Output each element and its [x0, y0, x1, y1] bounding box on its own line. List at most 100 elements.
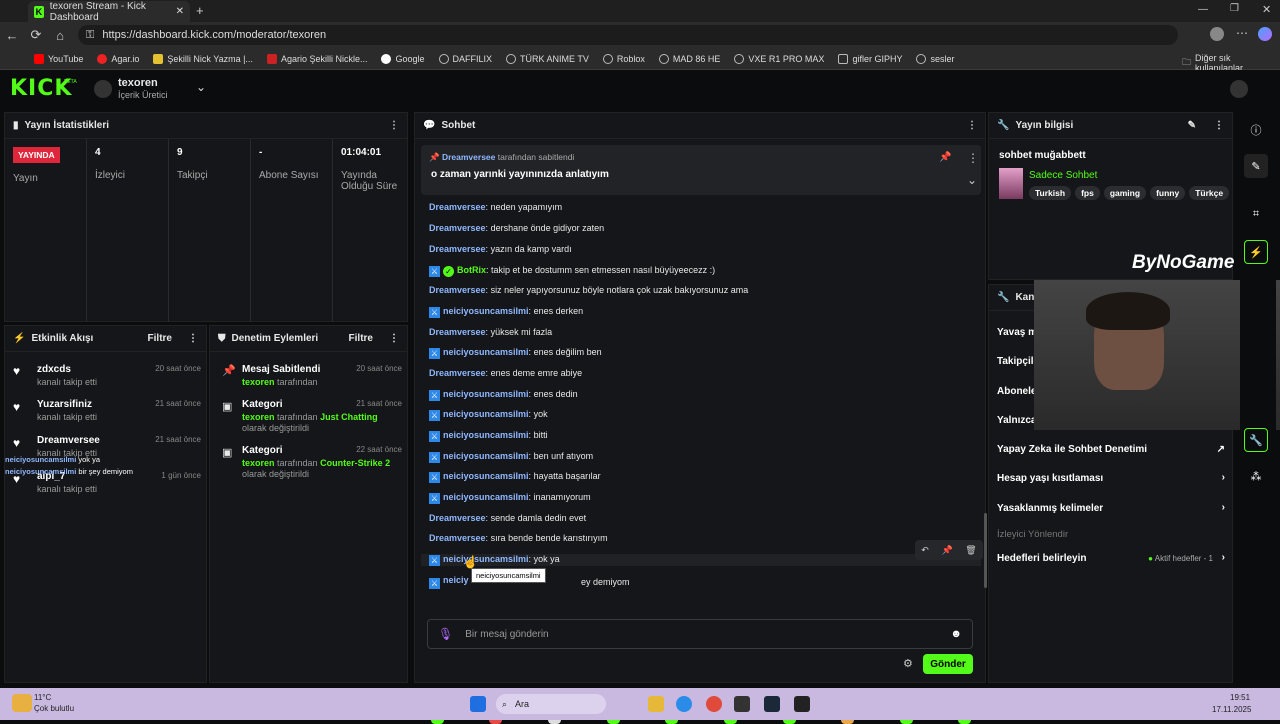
- chat-username[interactable]: neiciyosuncamsilmi: [443, 451, 529, 461]
- chat-username[interactable]: Dreamversee: [429, 285, 486, 295]
- file-explorer-icon[interactable]: [648, 696, 664, 712]
- wrench-icon: 🔧: [997, 120, 1010, 131]
- delete-icon[interactable]: 🗑: [965, 545, 976, 556]
- chat-username[interactable]: neiciyosuncamsilmi: [443, 554, 529, 564]
- back-icon[interactable]: ←: [0, 28, 24, 43]
- close-tab-icon[interactable]: ✕: [176, 6, 184, 17]
- send-button[interactable]: Gönder: [923, 654, 973, 674]
- address-bar[interactable]: ⚿ https://dashboard.kick.com/moderator/t…: [78, 25, 1178, 45]
- chrome-icon[interactable]: [706, 696, 722, 712]
- chevron-down-icon[interactable]: ⌄: [967, 173, 977, 187]
- bookmark-nick[interactable]: Şekilli Nick Yazma |...: [153, 53, 253, 64]
- chat-username[interactable]: Dreamversee: [429, 513, 486, 523]
- bookmark-agario-nick[interactable]: Agario Şekilli Nickle...: [266, 53, 367, 64]
- bookmark-roblox[interactable]: Roblox: [602, 53, 645, 64]
- ai-moderation-item[interactable]: Yapay Zeka ile Sohbet Denetimi ↗: [997, 444, 1225, 455]
- activity-item: Yuzarsifiniz kanalı takip etti 21 saat ö…: [37, 399, 201, 422]
- apps-icon[interactable]: ⁂: [1244, 464, 1268, 488]
- moderator-badge-icon: ⚔: [429, 266, 440, 277]
- edge-icon[interactable]: [676, 696, 692, 712]
- steam-icon[interactable]: [764, 696, 780, 712]
- chat-username[interactable]: Dreamversee: [429, 368, 486, 378]
- more-options-icon[interactable]: ⋮: [188, 333, 198, 344]
- chat-input[interactable]: 🎙 Bir mesaj gönderin ☻: [427, 619, 973, 649]
- screen-capture-icon[interactable]: ⌗: [1244, 202, 1268, 226]
- bookmark-youtube[interactable]: YouTube: [34, 53, 83, 64]
- settings-gear-icon[interactable]: ⚙: [903, 657, 913, 670]
- chat-username[interactable]: neiciyosuncamsilmi: [443, 389, 529, 399]
- wrench-icon: 🔧: [997, 292, 1010, 303]
- edit-icon[interactable]: ✎: [1244, 154, 1268, 178]
- chat-username[interactable]: Dreamversee: [429, 327, 486, 337]
- chat-username[interactable]: neiciyosuncamsilmi: [443, 471, 529, 481]
- new-tab-icon[interactable]: +: [196, 3, 204, 18]
- filter-button[interactable]: Filtre: [148, 333, 172, 344]
- banned-words-item[interactable]: Yasaklanmış kelimeler ›: [997, 502, 1225, 514]
- bookmark-vxe[interactable]: VXE R1 PRO MAX: [734, 53, 824, 64]
- chat-panel: 💬 Sohbet ⋮ 📌 Dreamversee tarafından sabi…: [414, 112, 987, 724]
- chat-username[interactable]: BotRix: [457, 265, 486, 275]
- moderator-badge-icon: ⚔: [429, 390, 440, 401]
- reply-icon[interactable]: ↶: [921, 545, 929, 556]
- menu-icon[interactable]: ⋯: [1236, 26, 1248, 40]
- filter-button[interactable]: Filtre: [349, 333, 373, 344]
- browser-tab[interactable]: K texoren Stream - Kick Dashboard ✕: [28, 1, 190, 23]
- category-icon: ▣: [222, 401, 233, 413]
- emoji-icon[interactable]: ☻: [950, 628, 962, 640]
- microphone-icon[interactable]: 🎙: [438, 627, 453, 641]
- chat-username[interactable]: neiciyosuncamsilmi: [443, 306, 529, 316]
- more-options-icon[interactable]: ⋮: [389, 120, 399, 131]
- address-row: ← ⟳ ⌂ ⚿ https://dashboard.kick.com/moder…: [0, 22, 1280, 48]
- epic-games-icon[interactable]: [794, 696, 810, 712]
- chat-username[interactable]: Dreamversee: [429, 533, 486, 543]
- chat-username[interactable]: Dreamversee: [429, 202, 486, 212]
- edit-pencil-icon[interactable]: ✎: [1188, 120, 1196, 131]
- stats-icon: ▮: [13, 120, 19, 131]
- minimize-icon[interactable]: —: [1198, 4, 1208, 15]
- bookmark-giphy[interactable]: gifler GIPHY: [838, 53, 902, 64]
- maximize-icon[interactable]: ❐: [1230, 3, 1239, 14]
- unpin-icon[interactable]: 📌: [939, 152, 951, 163]
- home-icon[interactable]: ⌂: [48, 28, 72, 43]
- more-options-icon[interactable]: ⋮: [1214, 120, 1224, 131]
- windows-start-icon[interactable]: [470, 696, 486, 712]
- chat-scrollbar[interactable]: [984, 513, 987, 588]
- external-link-icon: ↗: [1216, 444, 1225, 455]
- stat-value: -: [259, 147, 263, 158]
- pin-icon[interactable]: 📌: [941, 545, 952, 556]
- chat-username[interactable]: neiciyosuncamsilmi: [443, 492, 529, 502]
- profile-icon[interactable]: [1210, 27, 1224, 41]
- user-avatar[interactable]: [1230, 80, 1248, 98]
- wrench-icon[interactable]: 🔧: [1244, 428, 1268, 452]
- chat-username[interactable]: neiciyosuncamsilmi: [443, 409, 529, 419]
- store-icon[interactable]: [734, 696, 750, 712]
- chat-username[interactable]: neiciyosuncamsilmi: [443, 430, 529, 440]
- copilot-icon[interactable]: [1258, 27, 1272, 41]
- bookmark-anime[interactable]: TÜRK ANIME TV: [506, 53, 589, 64]
- bookmark-daffilix[interactable]: DAFFILIX: [438, 53, 492, 64]
- chat-username[interactable]: Dreamversee: [429, 244, 486, 254]
- moderator-badge-icon: ⚔: [429, 555, 440, 566]
- more-options-icon[interactable]: ⋮: [967, 151, 979, 165]
- info-icon[interactable]: ⓘ: [1244, 118, 1268, 142]
- more-options-icon[interactable]: ⋮: [389, 333, 399, 344]
- chat-message: Dreamversee: yazın da kamp vardı: [429, 244, 572, 254]
- bookmark-google[interactable]: Google: [381, 53, 425, 64]
- chevron-down-icon[interactable]: ⌄: [196, 80, 206, 94]
- bookmark-sesler[interactable]: sesler: [916, 53, 954, 64]
- more-options-icon[interactable]: ⋮: [967, 120, 977, 131]
- chat-username[interactable]: Dreamversee: [429, 223, 486, 233]
- reload-icon[interactable]: ⟳: [24, 27, 48, 43]
- site-info-icon[interactable]: ⚿: [86, 29, 94, 42]
- panel-header: 🔧 Yayın bilgisi ✎ ⋮: [989, 113, 1232, 139]
- bookmark-mad[interactable]: MAD 86 HE: [658, 53, 720, 64]
- close-window-icon[interactable]: ✕: [1262, 3, 1271, 16]
- taskbar-search[interactable]: ⌕ Ara: [496, 694, 606, 714]
- goals-item[interactable]: Hedefleri belirleyin ● Aktif hedefler - …: [997, 552, 1225, 564]
- account-age-item[interactable]: Hesap yaşı kısıtlaması ›: [997, 472, 1225, 484]
- lightning-icon[interactable]: ⚡: [1244, 240, 1268, 264]
- chat-username[interactable]: neiciyosuncamsilmi: [443, 347, 529, 357]
- bookmark-agario[interactable]: Agar.io: [97, 53, 139, 64]
- category-name[interactable]: Sadece Sohbet: [1029, 170, 1097, 181]
- stream-stats-panel: ▮ Yayın İstatistikleri ⋮ YAYINDA Yayın 4…: [4, 112, 408, 322]
